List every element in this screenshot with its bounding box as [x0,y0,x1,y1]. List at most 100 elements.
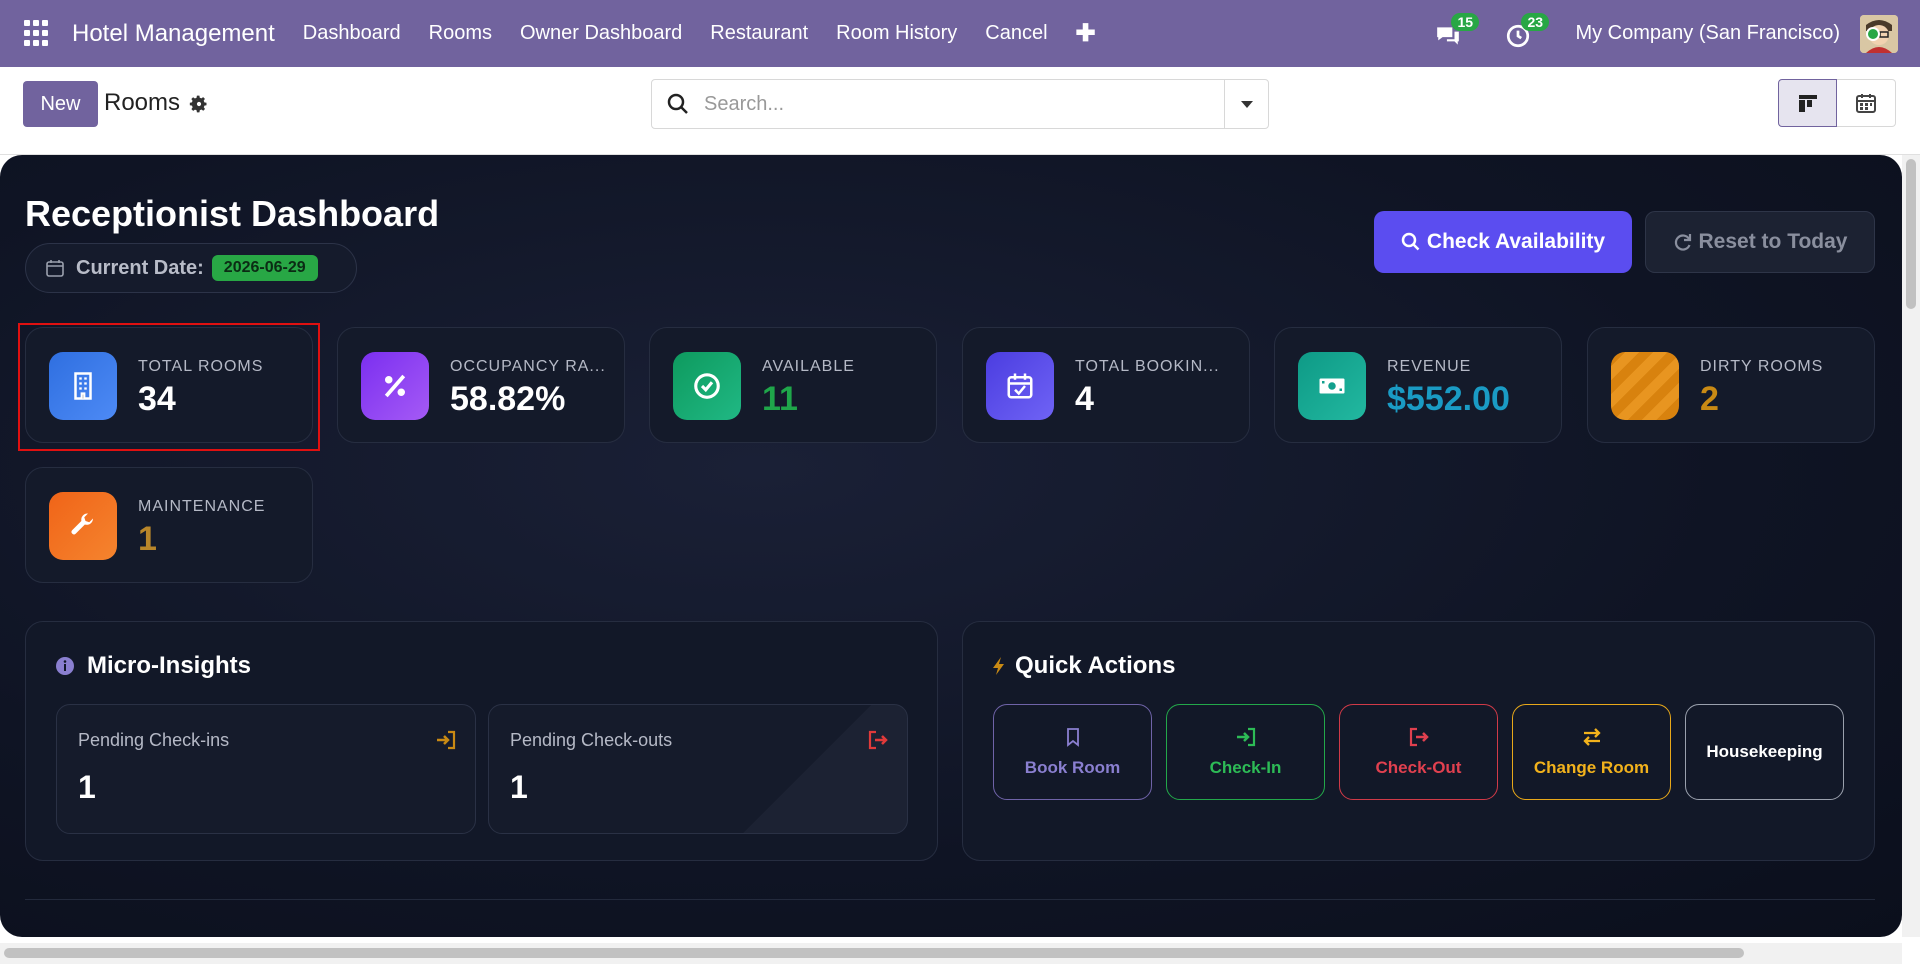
wrench-icon [49,492,117,560]
housekeeping-button[interactable]: Housekeeping [1685,704,1844,800]
menu-room-history[interactable]: Room History [822,22,971,45]
refresh-icon [1674,234,1691,251]
check-in-button[interactable]: Check-In [1166,704,1325,800]
bookmark-icon [1066,728,1079,747]
quick-actions-title: Quick Actions [1015,652,1176,679]
sign-in-icon [1236,727,1255,747]
search-options-toggle[interactable] [1224,80,1268,128]
stat-card-total-bookings[interactable]: TOTAL BOOKIN... 4 [962,327,1250,443]
receptionist-dashboard: Receptionist Dashboard Current Date: 202… [0,155,1902,937]
calendar-view-button[interactable] [1837,79,1896,127]
new-button[interactable]: New [23,81,98,127]
info-icon [56,657,74,675]
bolt-icon [993,657,1004,675]
horizontal-scroll-thumb[interactable] [4,948,1744,958]
check-circle-icon [673,352,741,420]
menu-plus-icon[interactable]: ✚ [1062,19,1110,48]
money-icon [1298,352,1366,420]
check-availability-button[interactable]: Check Availability [1374,211,1632,273]
stat-label: REVENUE [1387,358,1472,375]
activities-count-badge: 23 [1521,12,1550,31]
top-navbar: Hotel Management Dashboard Rooms Owner D… [0,0,1920,67]
menu-cancel[interactable]: Cancel [971,22,1061,45]
pending-checkouts-card[interactable]: Pending Check-outs 1 [488,704,908,834]
reset-to-today-button[interactable]: Reset to Today [1645,211,1875,273]
stat-card-dirty-rooms[interactable]: DIRTY ROOMS 2 [1587,327,1875,443]
stat-label: TOTAL BOOKIN... [1075,358,1220,375]
check-out-label: Check-Out [1375,758,1462,777]
stat-card-total-rooms[interactable]: TOTAL ROOMS 34 [25,327,313,443]
stat-label: OCCUPANCY RA... [450,358,606,375]
vertical-scroll-thumb[interactable] [1906,159,1916,309]
control-panel: New Rooms [0,67,1920,155]
dirty-icon [1611,352,1679,420]
micro-insights-title: Micro-Insights [87,652,252,679]
view-switcher [1778,79,1896,127]
book-room-label: Book Room [1024,758,1121,777]
dashboard-title: Receptionist Dashboard [25,193,440,234]
search-icon [1401,232,1420,251]
sign-out-icon [1409,727,1429,747]
menu-rooms[interactable]: Rooms [415,22,506,45]
book-room-button[interactable]: Book Room [993,704,1152,800]
menu-restaurant[interactable]: Restaurant [696,22,822,45]
horizontal-scrollbar[interactable] [0,943,1902,964]
stat-label: TOTAL ROOMS [138,358,264,375]
stat-card-maintenance[interactable]: MAINTENANCE 1 [25,467,313,583]
stat-card-occupancy-rate[interactable]: OCCUPANCY RA... 58.82% [337,327,625,443]
exchange-icon [1582,728,1601,746]
page-title: Rooms [104,89,181,116]
stat-value: 58.82% [450,380,566,418]
change-room-label: Change Room [1533,758,1650,777]
stat-value: 34 [138,380,176,418]
current-date-value: 2026-06-29 [211,255,318,281]
pending-checkouts-label: Pending Check-outs [510,730,673,750]
stat-value: 2 [1700,380,1719,418]
stat-card-revenue[interactable]: REVENUE $552.00 [1274,327,1562,443]
current-date-label: Current Date: [76,256,204,279]
online-status-dot [1866,26,1880,41]
stat-value: 1 [138,520,157,558]
stat-label: AVAILABLE [762,358,855,375]
search-bar [651,79,1269,129]
check-availability-label: Check Availability [1426,230,1606,253]
user-avatar[interactable] [1860,14,1898,53]
search-input[interactable] [704,92,1184,116]
stat-value: 4 [1075,380,1094,418]
pending-checkins-label: Pending Check-ins [78,730,230,750]
stat-value: 11 [762,380,798,418]
reset-to-today-label: Reset to Today [1698,230,1848,253]
menu-dashboard[interactable]: Dashboard [289,22,415,45]
pending-checkouts-value: 1 [510,769,528,805]
check-in-label: Check-In [1209,758,1282,777]
app-brand[interactable]: Hotel Management [72,20,275,48]
pending-checkins-value: 1 [78,769,96,805]
check-out-button[interactable]: Check-Out [1339,704,1498,800]
activities-button[interactable]: 23 [1505,12,1550,49]
calendar-check-icon [986,352,1054,420]
app-grid-icon[interactable] [24,19,52,48]
change-room-button[interactable]: Change Room [1512,704,1671,800]
stat-card-available[interactable]: AVAILABLE 11 [649,327,937,443]
kanban-icon [1798,95,1817,112]
kanban-view-button[interactable] [1778,79,1837,127]
percent-icon [361,352,429,420]
pending-checkins-card[interactable]: Pending Check-ins 1 [56,704,476,834]
housekeeping-label: Housekeeping [1706,742,1823,761]
navbar-right: 15 23 My Company (San Francisco) [1435,0,1920,67]
messages-button[interactable]: 15 [1435,12,1480,49]
caret-down-icon [1240,101,1253,108]
calendar-icon [46,260,64,277]
current-date-pill: Current Date: 2026-06-29 [25,243,357,293]
stat-label: MAINTENANCE [138,498,266,515]
messages-count-badge: 15 [1451,12,1480,31]
calendar-icon [1856,94,1876,113]
building-icon [49,352,117,420]
gear-icon[interactable] [189,94,209,114]
stat-value: $552.00 [1387,380,1510,418]
vertical-scrollbar[interactable] [1902,155,1920,937]
menu-owner-dashboard[interactable]: Owner Dashboard [506,22,696,45]
quick-actions-panel: Quick Actions Book Room Check-In Check-O… [962,621,1875,861]
sign-in-icon [437,730,456,750]
company-switcher[interactable]: My Company (San Francisco) [1575,22,1840,45]
